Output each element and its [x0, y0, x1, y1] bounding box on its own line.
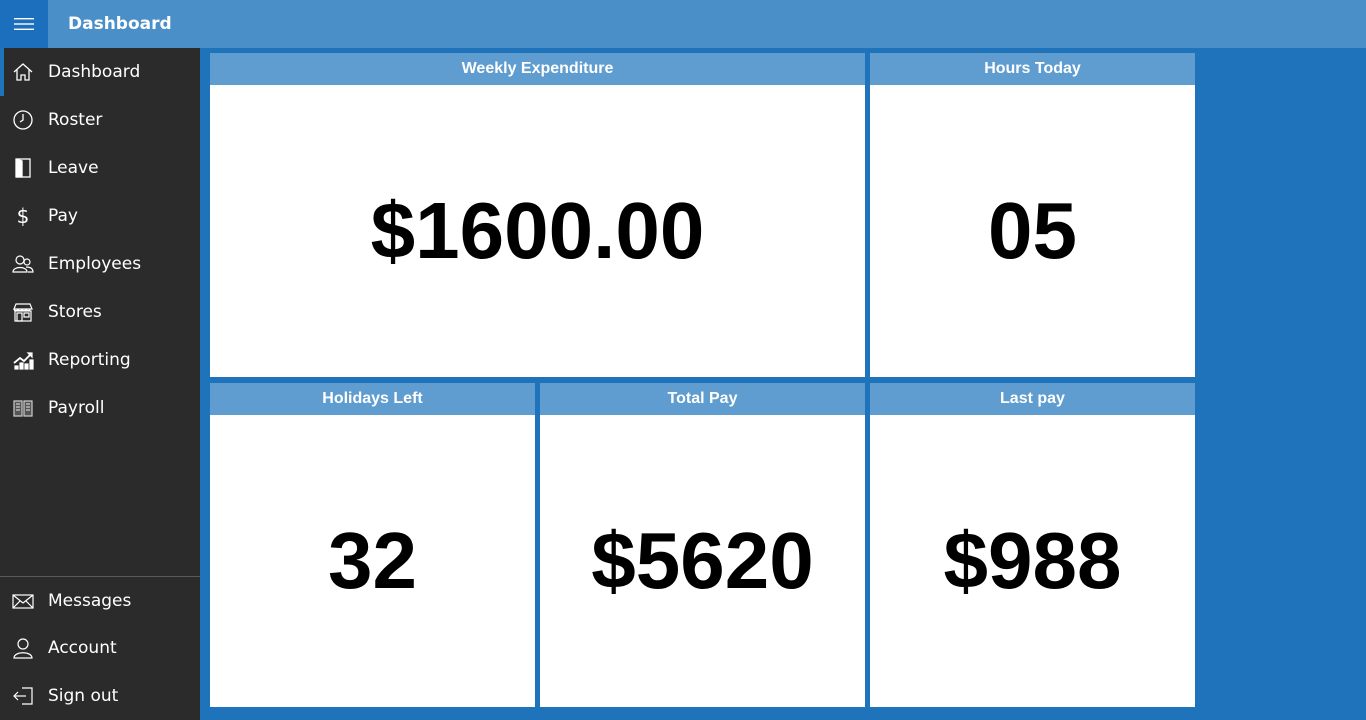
sidebar-item-roster[interactable]: Roster	[0, 96, 200, 144]
mail-icon	[12, 590, 34, 612]
sidebar-item-dashboard[interactable]: Dashboard	[0, 48, 200, 96]
card-title: Total Pay	[540, 383, 865, 415]
sidebar-item-label: Reporting	[48, 350, 131, 370]
weekly-expenditure-card: Weekly Expenditure $1600.00	[210, 53, 865, 377]
sidebar-item-label: Roster	[48, 110, 103, 130]
clock-icon	[12, 109, 34, 131]
sidebar-item-label: Sign out	[48, 686, 119, 706]
last-pay-card: Last pay $988	[870, 383, 1195, 707]
sidebar-item-employees[interactable]: Employees	[0, 240, 200, 288]
card-value: 05	[988, 186, 1077, 275]
hamburger-icon	[14, 18, 34, 30]
card-value: $1600.00	[370, 186, 705, 275]
sidebar-item-label: Pay	[48, 206, 78, 226]
user-icon	[12, 637, 34, 659]
sidebar-item-label: Employees	[48, 254, 142, 274]
sidebar-item-stores[interactable]: Stores	[0, 288, 200, 336]
people-icon	[12, 253, 34, 275]
sidebar-item-payroll[interactable]: Payroll	[0, 384, 200, 432]
sidebar-item-label: Messages	[48, 591, 132, 611]
card-title: Holidays Left	[210, 383, 535, 415]
total-pay-card: Total Pay $5620	[540, 383, 865, 707]
card-title: Hours Today	[870, 53, 1195, 85]
chart-icon	[12, 349, 34, 371]
sidebar-item-messages[interactable]: Messages	[0, 577, 200, 625]
home-icon	[12, 61, 34, 83]
sidebar: Dashboard Roster Leave $ Pay Employees S…	[0, 48, 200, 720]
holidays-left-card: Holidays Left 32	[210, 383, 535, 707]
sidebar-item-label: Account	[48, 638, 117, 658]
card-title: Last pay	[870, 383, 1195, 415]
sidebar-item-label: Stores	[48, 302, 102, 322]
page-title: Dashboard	[68, 14, 172, 34]
card-value: $5620	[591, 516, 814, 605]
card-value: 32	[328, 516, 417, 605]
card-title: Weekly Expenditure	[210, 53, 865, 85]
top-bar: Dashboard	[0, 0, 1366, 48]
sidebar-item-label: Leave	[48, 158, 99, 178]
door-icon	[12, 157, 34, 179]
sidebar-item-label: Payroll	[48, 398, 105, 418]
hours-today-card: Hours Today 05	[870, 53, 1195, 377]
sign-out-icon	[12, 685, 34, 707]
svg-text:$: $	[17, 205, 30, 227]
sidebar-item-reporting[interactable]: Reporting	[0, 336, 200, 384]
dollar-icon: $	[12, 205, 34, 227]
store-icon	[12, 301, 34, 323]
book-icon	[12, 397, 34, 419]
sidebar-item-pay[interactable]: $ Pay	[0, 192, 200, 240]
hamburger-menu-button[interactable]	[0, 0, 48, 48]
sidebar-item-account[interactable]: Account	[0, 624, 200, 672]
card-value: $988	[943, 516, 1122, 605]
sidebar-item-label: Dashboard	[48, 62, 141, 82]
sidebar-item-sign-out[interactable]: Sign out	[0, 672, 200, 720]
sidebar-item-leave[interactable]: Leave	[0, 144, 200, 192]
